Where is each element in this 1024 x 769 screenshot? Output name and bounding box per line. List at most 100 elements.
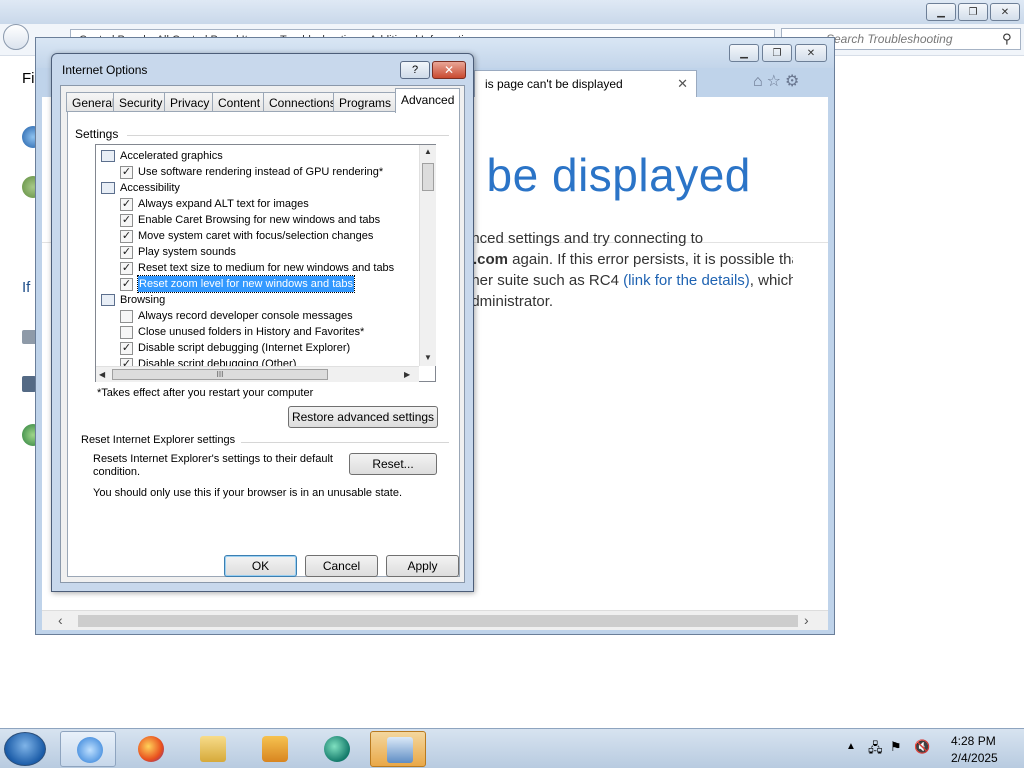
- restart-note: *Takes effect after you restart your com…: [97, 387, 314, 399]
- volume-muted-icon[interactable]: 🔇: [914, 739, 930, 755]
- dialog-close-button[interactable]: ✕: [432, 61, 466, 79]
- show-hidden-icons-icon[interactable]: ▲: [846, 741, 856, 752]
- setting-checkbox[interactable]: ✓: [120, 198, 133, 211]
- error-line-2-text: again. If this error persists, it is pos…: [508, 251, 793, 268]
- setting-label[interactable]: Disable script debugging (Internet Explo…: [138, 340, 350, 356]
- taskbar: ▲ 🖧 ⚑ 🔇 4:28 PM 2/4/2025: [0, 728, 1024, 768]
- settings-option[interactable]: ✓ Always expand ALT text for images: [96, 196, 418, 212]
- setting-checkbox[interactable]: ✓: [120, 166, 133, 179]
- tab-programs[interactable]: Programs: [333, 92, 398, 112]
- restore-button[interactable]: ❐: [958, 3, 988, 21]
- taskbar-firefox[interactable]: [122, 731, 178, 767]
- category-icon: [101, 150, 115, 162]
- setting-label[interactable]: Reset zoom level for new windows and tab…: [137, 275, 355, 293]
- ie-minimize-button[interactable]: ▁: [729, 44, 759, 62]
- ok-button[interactable]: OK: [224, 555, 297, 577]
- reset-description: Resets Internet Explorer's settings to t…: [93, 453, 333, 478]
- taskbar-control-panel[interactable]: [370, 731, 426, 767]
- setting-label[interactable]: Close unused folders in History and Favo…: [138, 324, 364, 340]
- home-icon[interactable]: ⌂: [753, 73, 767, 90]
- scroll-right-icon[interactable]: ›: [804, 612, 809, 628]
- search-icon[interactable]: ⚲: [1002, 31, 1012, 47]
- setting-checkbox[interactable]: ✓: [120, 214, 133, 227]
- scroll-right-arrow-icon[interactable]: ▶: [404, 370, 410, 379]
- setting-checkbox[interactable]: ✓: [120, 246, 133, 259]
- taskbar-file-explorer[interactable]: [184, 731, 240, 767]
- taskbar-media-player[interactable]: [246, 731, 302, 767]
- tab-close-icon[interactable]: ✕: [677, 76, 688, 92]
- reset-group-label: Reset Internet Explorer settings: [81, 434, 236, 446]
- list-vscroll-thumb[interactable]: [422, 163, 434, 191]
- tab-content[interactable]: Content: [212, 92, 267, 112]
- setting-checkbox[interactable]: ✓: [120, 262, 133, 275]
- taskbar-edge[interactable]: [308, 731, 364, 767]
- help-button[interactable]: ?: [400, 61, 430, 79]
- setting-label[interactable]: Play system sounds: [138, 244, 236, 260]
- close-button[interactable]: ✕: [990, 3, 1020, 21]
- list-vertical-scrollbar[interactable]: ▲ ▼: [419, 145, 436, 366]
- settings-option[interactable]: Close unused folders in History and Favo…: [96, 324, 418, 340]
- setting-label[interactable]: Enable Caret Browsing for new windows an…: [138, 212, 380, 228]
- scroll-thumb[interactable]: [78, 615, 798, 627]
- tab-advanced[interactable]: Advanced: [395, 88, 461, 113]
- scroll-left-arrow-icon[interactable]: ◀: [99, 370, 105, 379]
- tab-privacy[interactable]: Privacy: [164, 92, 216, 112]
- apply-button[interactable]: Apply: [386, 555, 459, 577]
- side-link[interactable]: If: [22, 279, 30, 296]
- setting-checkbox[interactable]: [120, 310, 133, 323]
- ie-tab[interactable]: is page can't be displayed ✕: [474, 70, 697, 98]
- taskbar-internet-explorer[interactable]: [60, 731, 116, 767]
- favorites-star-icon[interactable]: ☆: [767, 73, 785, 90]
- settings-list[interactable]: Accelerated graphics ✓ Use software render…: [95, 144, 436, 382]
- firefox-icon: [138, 736, 164, 762]
- ie-close-button[interactable]: ✕: [795, 44, 827, 62]
- error-line-3b: , which is: [749, 272, 793, 289]
- ie-horizontal-scrollbar[interactable]: ‹ ›: [42, 610, 828, 630]
- scroll-up-icon[interactable]: ▲: [424, 147, 432, 156]
- clock-date[interactable]: 2/4/2025: [951, 751, 998, 765]
- settings-option[interactable]: Always record developer console messages: [96, 308, 418, 324]
- setting-label[interactable]: Move system caret with focus/selection c…: [138, 228, 373, 244]
- reset-group-rule: [241, 442, 449, 443]
- setting-label[interactable]: Always record developer console messages: [138, 308, 353, 324]
- cancel-button[interactable]: Cancel: [305, 555, 378, 577]
- reset-button[interactable]: Reset...: [349, 453, 437, 475]
- start-button[interactable]: [4, 732, 46, 766]
- action-center-flag-icon[interactable]: ⚑: [890, 739, 902, 755]
- setting-checkbox[interactable]: ✓: [120, 342, 133, 355]
- setting-checkbox[interactable]: ✓: [120, 278, 133, 291]
- settings-group-rule: [127, 135, 449, 136]
- scroll-left-icon[interactable]: ‹: [58, 612, 63, 628]
- back-arrow-icon[interactable]: [3, 24, 29, 50]
- tab-security[interactable]: Security: [113, 92, 169, 112]
- scroll-down-icon[interactable]: ▼: [424, 353, 432, 362]
- settings-option[interactable]: ✓ Use software rendering instead of GPU r…: [96, 164, 418, 180]
- settings-option[interactable]: ✓ Play system sounds: [96, 244, 418, 260]
- tab-connections[interactable]: Connections: [263, 92, 342, 112]
- category-label: Accessibility: [120, 182, 180, 194]
- error-line-3: pher suite such as RC4 (link for the det…: [463, 270, 793, 291]
- settings-option[interactable]: ✓ Reset text size to medium for new windo…: [96, 260, 418, 276]
- settings-option[interactable]: ✓ Reset zoom level for new windows and ta…: [96, 275, 418, 293]
- ie-restore-button[interactable]: ❐: [762, 44, 792, 62]
- ie-toolbar-icons: ⌂☆⚙: [753, 71, 803, 91]
- details-link[interactable]: (link for the details): [623, 272, 750, 289]
- settings-option[interactable]: ✓ Move system caret with focus/selection …: [96, 228, 418, 244]
- clock-time[interactable]: 4:28 PM: [951, 734, 996, 748]
- list-hscroll-thumb[interactable]: III: [112, 369, 328, 380]
- setting-label[interactable]: Use software rendering instead of GPU re…: [138, 164, 383, 180]
- error-title: t be displayed: [460, 149, 751, 201]
- setting-checkbox[interactable]: [120, 326, 133, 339]
- network-tray-icon[interactable]: 🖧: [868, 739, 883, 761]
- settings-option[interactable]: ✓ Disable script debugging (Internet Expl…: [96, 340, 418, 356]
- setting-label[interactable]: Reset text size to medium for new window…: [138, 260, 394, 276]
- internet-explorer-icon: [77, 737, 103, 763]
- setting-checkbox[interactable]: ✓: [120, 230, 133, 243]
- restore-advanced-button[interactable]: Restore advanced settings: [288, 406, 438, 428]
- settings-option[interactable]: ✓ Enable Caret Browsing for new windows a…: [96, 212, 418, 228]
- category-label: Accelerated graphics: [120, 150, 223, 162]
- setting-label[interactable]: Always expand ALT text for images: [138, 196, 309, 212]
- minimize-button[interactable]: ▁: [926, 3, 956, 21]
- settings-gear-icon[interactable]: ⚙: [785, 73, 803, 90]
- list-horizontal-scrollbar[interactable]: ◀ III ▶: [96, 366, 419, 382]
